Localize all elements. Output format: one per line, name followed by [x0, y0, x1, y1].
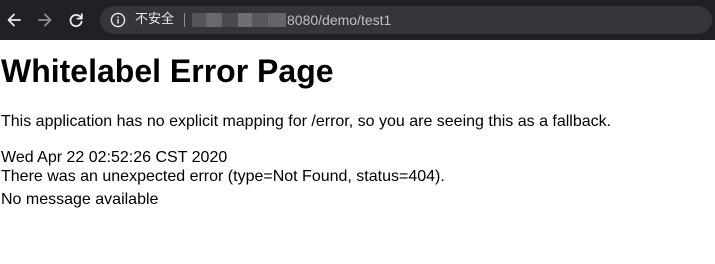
omnibox-separator	[184, 13, 185, 27]
back-button[interactable]	[3, 9, 25, 31]
redacted-url-host	[192, 13, 286, 27]
forward-arrow-icon	[38, 13, 52, 27]
error-detail: There was an unexpected error (type=Not …	[1, 168, 445, 185]
forward-button[interactable]	[34, 9, 56, 31]
error-message: No message available	[1, 191, 159, 208]
url-text[interactable]: 8080/demo/test1	[287, 12, 391, 28]
security-status-label[interactable]: 不安全	[135, 12, 174, 28]
back-arrow-icon	[7, 13, 21, 27]
reload-icon	[69, 13, 83, 28]
page-title: Whitelabel Error Page	[1, 53, 334, 89]
info-icon[interactable]	[110, 12, 126, 28]
address-bar[interactable]: 不安全 8080/demo/test1	[100, 6, 712, 34]
reload-button[interactable]	[65, 9, 87, 31]
page-content: Whitelabel Error Page This application h…	[0, 40, 715, 264]
error-timestamp: Wed Apr 22 02:52:26 CST 2020	[1, 149, 228, 166]
error-explanation: This application has no explicit mapping…	[1, 113, 612, 130]
browser-toolbar: 不安全 8080/demo/test1	[0, 0, 715, 40]
